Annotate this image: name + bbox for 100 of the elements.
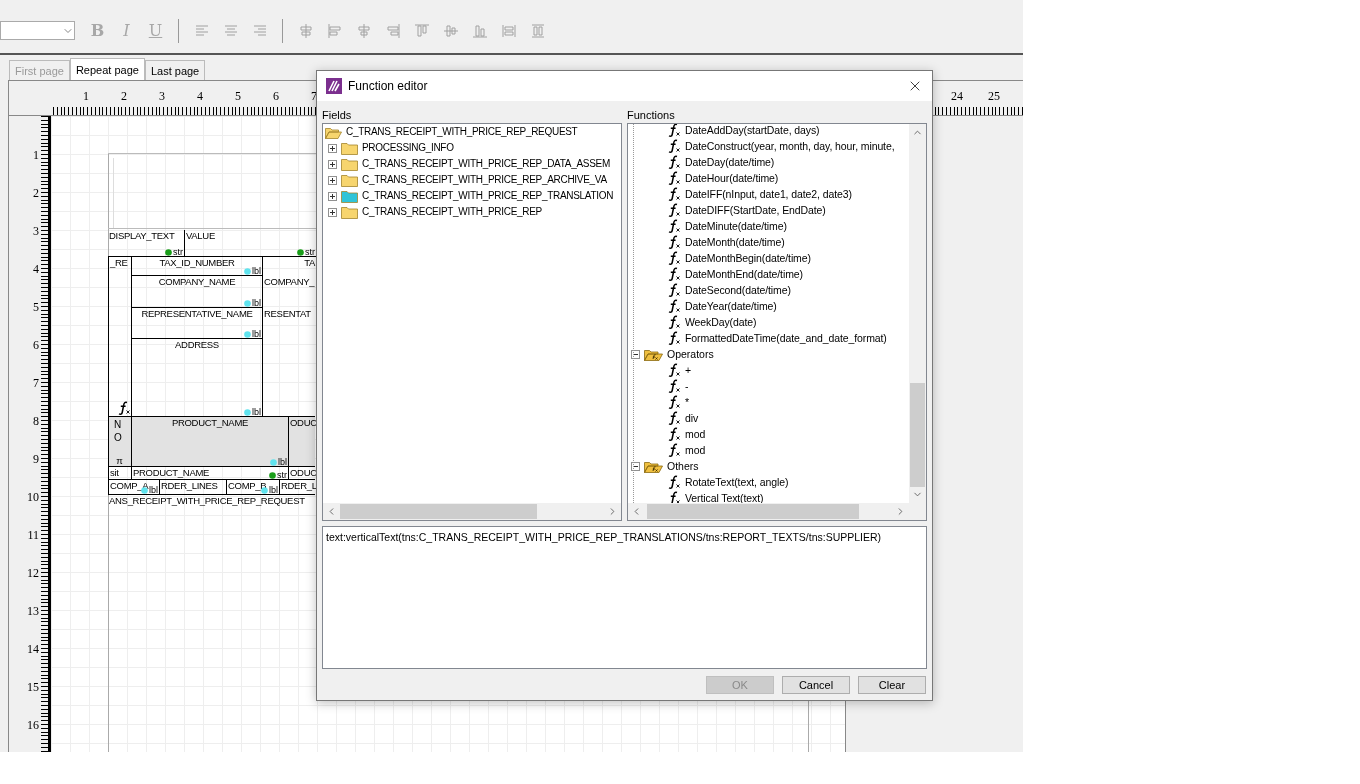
functions-tree[interactable]: [627, 123, 927, 521]
report-cell[interactable]: PRODUCT_NAME str: [131, 466, 288, 479]
window-title: Function editor: [348, 79, 429, 93]
field-label: NO: [113, 418, 123, 444]
function-icon: [667, 379, 681, 393]
ruler-number: 14: [27, 642, 39, 657]
report-cell[interactable]: COMP_Albl: [108, 479, 160, 495]
tree-item[interactable]: C_TRANS_RECEIPT_WITH_PRICE_REP_REQUEST: [346, 125, 578, 139]
field-label: ADDRESS: [174, 339, 220, 351]
function-icon: [117, 401, 131, 415]
function-icon: [667, 235, 681, 249]
function-icon: [667, 171, 681, 185]
page-tab[interactable]: Repeat page: [69, 58, 145, 80]
tree-item[interactable]: div: [685, 411, 699, 425]
tree-item[interactable]: DateMonthBegin(date/time): [685, 251, 811, 265]
function-icon: [667, 267, 681, 281]
ruler-number: 7: [33, 376, 39, 391]
type-label: lbl: [252, 329, 261, 339]
expand-icon[interactable]: [328, 159, 337, 169]
tree-item[interactable]: C_TRANS_RECEIPT_WITH_PRICE_REP_ARCHIVE_VA: [362, 173, 607, 187]
tree-item[interactable]: DateDIFF(StartDate, EndDate): [685, 203, 826, 217]
collapse-icon[interactable]: [631, 349, 640, 359]
dialog-button[interactable]: Clear: [858, 676, 926, 694]
font-dropdown[interactable]: [0, 21, 75, 40]
ruler-number: 6: [273, 89, 279, 104]
tree-item[interactable]: FormattedDateTime(date_and_date_format): [685, 331, 887, 345]
tree-item[interactable]: mod: [685, 427, 706, 441]
tree-item[interactable]: DateDay(date/time): [685, 155, 775, 169]
field-label: COMP_B: [227, 480, 268, 492]
collapse-icon[interactable]: [631, 461, 640, 471]
ruler-number: 4: [33, 262, 39, 277]
pane-label: Fields: [322, 108, 353, 123]
tree-item[interactable]: C_TRANS_RECEIPT_WITH_PRICE_REP_TRANSLATION: [362, 189, 614, 203]
report-cell[interactable]: ODUC: [288, 416, 315, 466]
horizontal-scrollbar[interactable]: [323, 503, 621, 520]
report-cell[interactable]: PRODUCT_NAME lbl: [131, 416, 288, 466]
tree-item[interactable]: RotateText(text, angle): [685, 475, 789, 489]
report-cell[interactable]: π: [108, 455, 131, 466]
scroll-right-icon[interactable]: [607, 506, 618, 517]
tree-item[interactable]: PROCESSING_INFO: [362, 141, 454, 155]
report-cell[interactable]: RESENTAT: [263, 308, 314, 339]
function-folder-icon: [644, 459, 663, 473]
tree-item[interactable]: mod: [685, 443, 706, 457]
page-tab[interactable]: Last page: [144, 60, 206, 80]
field-label: RDER_LINES: [160, 480, 219, 492]
ruler-number: 3: [33, 224, 39, 239]
tree-item[interactable]: DateConstruct(year, month, day, hour, minute,: [685, 139, 895, 153]
function-icon: [667, 299, 681, 313]
field-label: PRODUCT_NAME: [170, 417, 250, 429]
report-cell[interactable]: REPRESENTATIVE_NAME lbl: [131, 308, 263, 339]
ruler-number: 9: [33, 452, 39, 467]
expression-field[interactable]: text:verticalText(tns:C_TRANS_RECEIPT_WITH_PRICE_REP_TRANSLATIONS/tns:REPORT_TEXTS/tns:SUPPLIER): [322, 526, 927, 669]
type-label: lbl: [252, 298, 261, 308]
tree-item[interactable]: DateIFF(nInput, date1, date2, date3): [685, 187, 852, 201]
dialog-button[interactable]: Cancel: [782, 676, 850, 694]
report-cell[interactable]: ANS_RECEIPT_WITH_PRICE_REP_REQUEST: [108, 495, 315, 509]
app-logo-icon: [326, 78, 342, 94]
tree-item[interactable]: Operators: [667, 347, 714, 361]
pane-label: Functions: [627, 108, 676, 123]
fields-tree[interactable]: [322, 123, 622, 521]
ruler-number: 24: [951, 89, 963, 104]
type-label: str: [277, 470, 287, 480]
field-label: RESENTAT: [263, 308, 312, 320]
function-icon: [667, 219, 681, 233]
tree-item[interactable]: C_TRANS_RECEIPT_WITH_PRICE_REP_DATA_ASSEM: [362, 157, 610, 171]
function-icon: [667, 203, 681, 217]
report-cell[interactable]: sit: [108, 466, 131, 479]
scroll-thumb[interactable]: [910, 382, 925, 487]
report-cell[interactable]: COMP_B lbl: [226, 479, 280, 495]
report-cell[interactable]: TAX_ID_NUMBER lbl: [131, 256, 263, 276]
scroll-thumb[interactable]: [340, 504, 537, 519]
report-cell[interactable]: COMPANY_: [263, 276, 314, 308]
tree-item[interactable]: DateAddDay(startDate, days): [685, 124, 820, 137]
field-label: ODUC: [289, 417, 318, 429]
tree-item[interactable]: DateMinute(date/time): [685, 219, 787, 233]
report-cell[interactable]: RDER_LINES: [160, 479, 226, 495]
tree-item[interactable]: DateYear(date/time): [685, 299, 777, 313]
tree-item[interactable]: DateMonth(date/time): [685, 235, 785, 249]
tree-item[interactable]: DateSecond(date/time): [685, 283, 791, 297]
tree-item[interactable]: WeekDay(date): [685, 315, 757, 329]
expand-icon[interactable]: [328, 175, 337, 185]
function-icon: [667, 395, 681, 409]
vertical-scrollbar[interactable]: [909, 124, 926, 503]
tree-item[interactable]: C_TRANS_RECEIPT_WITH_PRICE_REP: [362, 205, 542, 219]
tree-item[interactable]: DateMonthEnd(date/time): [685, 267, 803, 281]
expand-icon[interactable]: [328, 207, 337, 217]
tree-item[interactable]: Others: [667, 459, 699, 473]
tree-item[interactable]: DateHour(date/time): [685, 171, 779, 185]
scroll-right-icon[interactable]: [895, 506, 906, 517]
ruler-number: 11: [27, 528, 39, 543]
tree-item[interactable]: +: [685, 363, 692, 377]
function-icon: [667, 411, 681, 425]
horizontal-scrollbar[interactable]: [628, 503, 909, 520]
scroll-thumb[interactable]: [647, 504, 859, 519]
report-cell[interactable]: COMPANY_NAME lbl: [131, 276, 263, 308]
report-cell[interactable]: DISPLAY_TEXT str: [108, 230, 184, 256]
expand-icon[interactable]: [328, 191, 337, 201]
ruler-number: 1: [33, 148, 39, 163]
ruler-number: 6: [33, 338, 39, 353]
expand-icon[interactable]: [328, 143, 337, 153]
